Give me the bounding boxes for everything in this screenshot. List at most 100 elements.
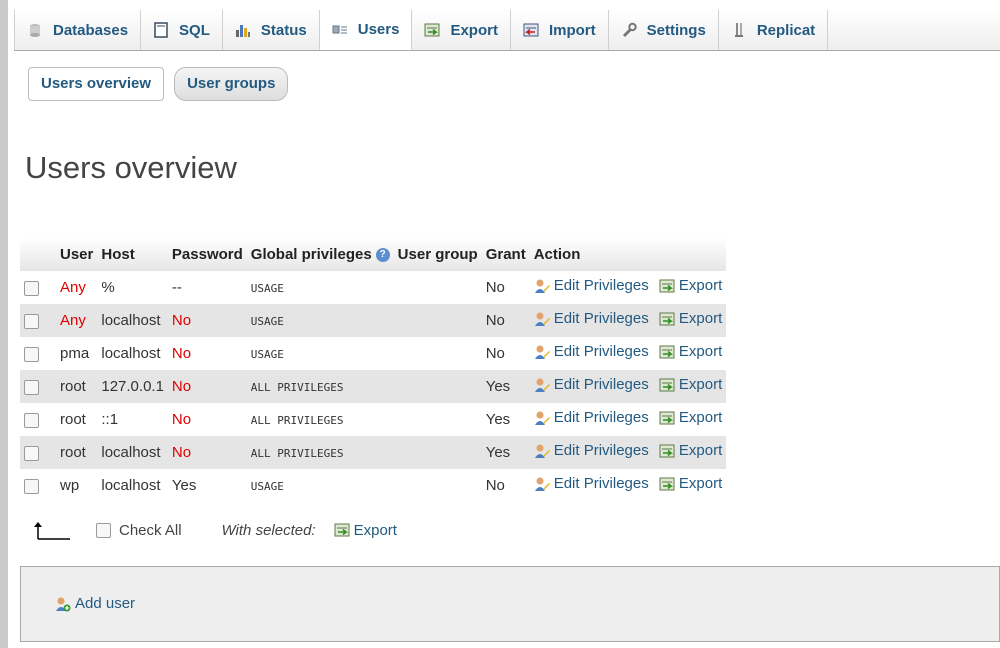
- export-user-link[interactable]: Export: [659, 442, 722, 459]
- privileges-cell: USAGE: [247, 337, 394, 370]
- table-row: Any localhost No USAGE No Edit Privilege…: [20, 304, 727, 337]
- password-cell: No: [171, 411, 192, 428]
- edit-privileges-label: Edit Privileges: [553, 310, 649, 328]
- tab-label: Settings: [646, 21, 706, 39]
- privileges-cell: USAGE: [246, 304, 394, 337]
- privileges-cell: USAGE: [247, 469, 394, 502]
- export-icon: [659, 344, 675, 360]
- privileges-value: ALL PRIVILEGES: [250, 381, 344, 394]
- export-user-link[interactable]: Export: [659, 376, 722, 393]
- export-label: Export: [678, 442, 723, 460]
- tab-import[interactable]: Import: [511, 10, 609, 50]
- export-label: Export: [678, 277, 723, 295]
- row-checkbox[interactable]: [24, 313, 39, 329]
- export-icon: [659, 311, 675, 327]
- export-user-link[interactable]: Export: [659, 409, 722, 426]
- edit-user-icon: [534, 311, 550, 327]
- row-select-cell: [20, 469, 56, 502]
- export-user-link[interactable]: Export: [659, 475, 722, 492]
- edit-privileges-link[interactable]: Edit Privileges: [534, 277, 649, 294]
- edit-user-icon: [534, 377, 550, 393]
- privileges-value: ALL PRIVILEGES: [250, 414, 344, 427]
- check-all-checkbox[interactable]: [96, 522, 111, 538]
- user-group-cell: [394, 271, 482, 304]
- check-all-label[interactable]: Check All: [119, 522, 182, 539]
- bulk-actions: Check All With selected: Export: [30, 519, 397, 541]
- edit-privileges-link[interactable]: Edit Privileges: [534, 343, 649, 360]
- row-checkbox[interactable]: [24, 412, 39, 428]
- row-select-cell: [20, 271, 56, 304]
- database-icon: [27, 22, 43, 38]
- action-cell: Edit Privileges Export: [529, 304, 727, 337]
- privileges-cell: ALL PRIVILEGES: [246, 370, 394, 403]
- edit-privileges-link[interactable]: Edit Privileges: [534, 409, 649, 426]
- export-icon: [659, 278, 675, 294]
- grant-cell: Yes: [485, 411, 511, 428]
- row-checkbox[interactable]: [24, 280, 39, 296]
- tab-users[interactable]: Users: [319, 10, 413, 50]
- export-icon: [659, 377, 675, 393]
- export-user-link[interactable]: Export: [659, 310, 722, 327]
- tab-export[interactable]: Export: [412, 10, 511, 50]
- header-action: Action: [529, 238, 727, 271]
- grant-cell: No: [485, 345, 505, 362]
- export-icon: [659, 443, 675, 459]
- row-checkbox[interactable]: [24, 445, 39, 461]
- privileges-cell: ALL PRIVILEGES: [247, 403, 394, 436]
- edit-privileges-link[interactable]: Edit Privileges: [534, 310, 649, 327]
- row-select-cell: [20, 370, 56, 403]
- row-checkbox[interactable]: [24, 478, 39, 494]
- replication-icon: [731, 22, 747, 38]
- tab-sql[interactable]: SQL: [141, 10, 223, 50]
- export-user-link[interactable]: Export: [659, 343, 722, 360]
- table-row: root localhost No ALL PRIVILEGES Yes Edi…: [20, 436, 727, 469]
- header-password: Password: [167, 238, 247, 271]
- tab-databases[interactable]: Databases: [14, 10, 142, 50]
- edit-user-icon: [534, 443, 550, 459]
- privileges-value: USAGE: [250, 480, 284, 493]
- add-user-link[interactable]: Add user: [55, 595, 135, 612]
- users-icon: [332, 22, 348, 38]
- edit-privileges-label: Edit Privileges: [553, 343, 649, 361]
- password-cell: Yes: [171, 477, 197, 494]
- user-cell: Any: [60, 279, 86, 296]
- tab-replication[interactable]: Replicat: [719, 10, 829, 50]
- tab-settings[interactable]: Settings: [609, 10, 719, 50]
- grant-cell: Yes: [481, 370, 530, 403]
- action-cell: Edit Privileges Export: [529, 436, 727, 469]
- tab-label: Status: [260, 21, 307, 39]
- table-row: wp localhost Yes USAGE No Edit Privilege…: [20, 469, 726, 502]
- export-label: Export: [678, 475, 723, 493]
- export-icon: [659, 410, 675, 426]
- export-label: Export: [678, 409, 723, 427]
- user-cell: Any: [56, 304, 98, 337]
- help-icon[interactable]: ?: [375, 248, 390, 263]
- row-checkbox[interactable]: [24, 379, 39, 395]
- export-user-link[interactable]: Export: [659, 277, 722, 294]
- header-global-privileges: Global privileges?: [246, 238, 394, 271]
- table-row: root ::1 No ALL PRIVILEGES Yes Edit Priv…: [20, 403, 726, 436]
- bulk-export-label: Export: [353, 521, 397, 539]
- edit-privileges-label: Edit Privileges: [553, 475, 649, 493]
- export-icon: [424, 22, 440, 38]
- table-row: pma localhost No USAGE No Edit Privilege…: [20, 337, 726, 370]
- bulk-export-button[interactable]: Export: [334, 522, 397, 539]
- subtab-user-groups[interactable]: User groups: [174, 67, 289, 101]
- privileges-cell: ALL PRIVILEGES: [246, 436, 394, 469]
- host-cell: 127.0.0.1: [97, 370, 168, 403]
- edit-privileges-link[interactable]: Edit Privileges: [534, 442, 649, 459]
- row-checkbox[interactable]: [24, 346, 39, 362]
- export-icon: [334, 522, 350, 538]
- tab-label: Export: [450, 21, 498, 39]
- user-group-cell: [393, 436, 482, 469]
- edit-user-icon: [534, 476, 550, 492]
- edit-privileges-link[interactable]: Edit Privileges: [534, 475, 649, 492]
- host-cell: localhost: [97, 304, 168, 337]
- top-navigation: Databases SQL Status Users Export Import: [14, 10, 1000, 51]
- edit-privileges-link[interactable]: Edit Privileges: [534, 376, 649, 393]
- tab-status[interactable]: Status: [223, 10, 320, 50]
- host-cell: localhost: [97, 436, 168, 469]
- user-group-cell: [394, 469, 482, 502]
- edit-privileges-label: Edit Privileges: [553, 376, 649, 394]
- subtab-users-overview[interactable]: Users overview: [28, 67, 165, 101]
